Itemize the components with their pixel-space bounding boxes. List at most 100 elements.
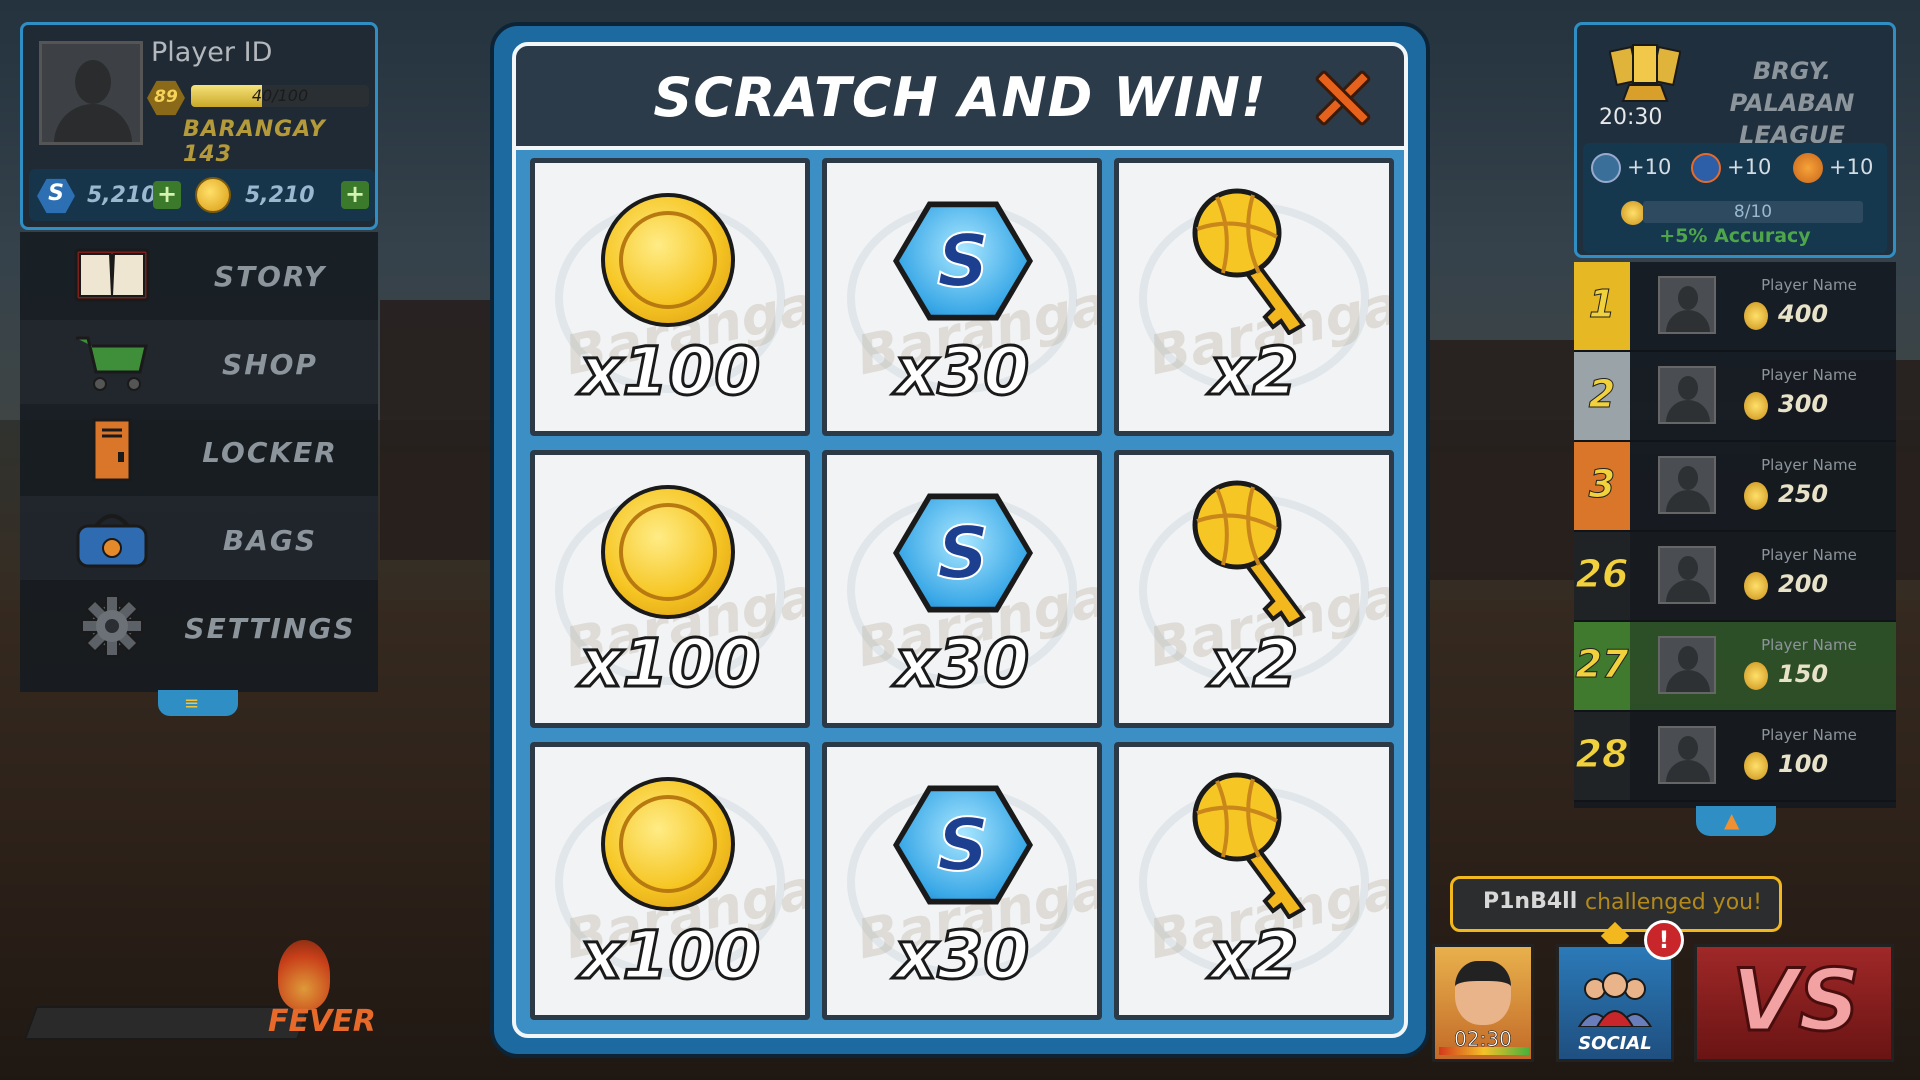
gem-letter: S	[936, 802, 990, 888]
leaderboard-score: 150	[1778, 660, 1829, 688]
menu-item-locker[interactable]: LOCKER	[20, 408, 378, 492]
profile-panel: Player ID 89 40/100 BARANGAY 143 S 5,210…	[20, 22, 378, 230]
locker-icon	[92, 418, 132, 482]
reward-quantity: x2	[1208, 332, 1300, 412]
coin-currency-icon	[195, 177, 231, 213]
leaderboard-row[interactable]: 27 Player Name 150	[1574, 622, 1896, 712]
scratch-tile[interactable]: Barangay Sx30	[822, 742, 1102, 1020]
menu-item-story[interactable]: STORY	[20, 232, 378, 316]
scratch-tile[interactable]: Barangay Sx30	[822, 158, 1102, 436]
scratch-tile[interactable]: Barangay x100	[530, 158, 810, 436]
scratch-tile[interactable]: Barangay x2	[1114, 742, 1394, 1020]
people-icon	[1577, 972, 1653, 1027]
fever-label: FEVER	[268, 1004, 376, 1039]
scratch-tile[interactable]: Barangay x2	[1114, 450, 1394, 728]
golden-key-icon	[1192, 188, 1306, 335]
add-coins-button[interactable]: +	[341, 181, 369, 209]
leaderboard-rank: 2	[1588, 372, 1616, 417]
avatar	[1658, 726, 1716, 784]
leaderboard-score: 400	[1778, 300, 1829, 328]
character-button[interactable]: 02:30	[1432, 944, 1534, 1062]
leaderboard-row[interactable]: 1 Player Name 400	[1574, 262, 1896, 352]
gem-face: S	[899, 791, 1027, 899]
reward-quantity: x30	[893, 916, 1030, 996]
avatar	[1658, 636, 1716, 694]
close-icon[interactable]	[1312, 68, 1372, 128]
modal-content: SCRATCH AND WIN! Barangay x100 Barangay Sx3…	[512, 42, 1408, 1038]
avatar-silhouette-body	[54, 104, 132, 142]
bag-icon	[76, 514, 148, 568]
menu-label-story: STORY	[213, 260, 327, 293]
reward-quantity: x100	[578, 624, 761, 704]
level-number: 89	[154, 87, 178, 107]
currency-row: S 5,210 + 5,210 +	[29, 169, 375, 221]
medal-icon	[1744, 752, 1768, 780]
basketball-coin-icon	[601, 193, 735, 327]
avatar	[1658, 276, 1716, 334]
leaderboard-collapse-handle[interactable]: ▲	[1696, 806, 1776, 836]
gem-face: S	[899, 499, 1027, 607]
league-panel[interactable]: 20:30 BRGY. PALABAN LEAGUE +10 +10 +10 8…	[1574, 22, 1896, 258]
character-energy-bar	[1439, 1047, 1529, 1055]
side-menu: STORY SHOP LOCKER BAGS SETTINGS	[20, 232, 378, 692]
scratch-tile[interactable]: Barangay x100	[530, 742, 810, 1020]
leaderboard-rank-badge: 1	[1574, 262, 1630, 350]
reward-quantity: x30	[893, 332, 1030, 412]
league-stats: +10 +10 +10 8/10 +5% Accuracy	[1583, 143, 1887, 253]
level-badge: 89	[147, 80, 185, 116]
trophy-cards-icon	[1609, 44, 1681, 102]
leaderboard-score: 200	[1778, 570, 1829, 598]
golden-key-icon	[1192, 480, 1306, 627]
menu-collapse-handle[interactable]: ≡	[158, 690, 238, 716]
scratch-tile[interactable]: Barangay x100	[530, 450, 810, 728]
leaderboard-player-name: Player Name	[1761, 276, 1857, 294]
leaderboard-rank-badge: 2	[1574, 352, 1630, 440]
menu-item-bags[interactable]: BAGS	[20, 496, 378, 580]
versus-button[interactable]: VS	[1694, 944, 1894, 1062]
leaderboard-row[interactable]: 2 Player Name 300	[1574, 352, 1896, 442]
avatar	[1658, 456, 1716, 514]
leaderboard-row[interactable]: 28 Player Name 100	[1574, 712, 1896, 802]
basketball-fire-icon	[1793, 153, 1823, 183]
stat-shot-bonus: +10	[1829, 155, 1874, 179]
gem-currency-icon: S	[37, 178, 75, 214]
menu-item-shop[interactable]: SHOP	[20, 320, 378, 404]
leaderboard-rank-badge: 28	[1574, 712, 1630, 800]
accuracy-bonus-text: +5% Accuracy	[1659, 225, 1811, 247]
avatar[interactable]	[39, 41, 143, 145]
avatar-silhouette-head	[75, 60, 111, 104]
modal-header: SCRATCH AND WIN!	[516, 46, 1404, 150]
menu-item-settings[interactable]: SETTINGS	[20, 584, 378, 668]
league-timer: 20:30	[1599, 105, 1663, 130]
leaderboard-handle-icon: ▲	[1724, 808, 1740, 832]
accuracy-progress-text: 8/10	[1733, 202, 1773, 222]
leaderboard: 1 Player Name 400 2 Player Name 300 3 Player Na…	[1574, 262, 1896, 808]
league-name-line1: BRGY. PALABAN	[1729, 57, 1855, 117]
social-button[interactable]: SOCIAL	[1556, 944, 1674, 1062]
leaderboard-row[interactable]: 26 Player Name 200	[1574, 532, 1896, 622]
add-gems-button[interactable]: +	[153, 181, 181, 209]
stat-accuracy-bonus: +10	[1627, 155, 1672, 179]
leaderboard-rank-badge: 27	[1574, 622, 1630, 710]
accuracy-progress-bar: 8/10	[1643, 201, 1863, 223]
medal-icon	[1744, 572, 1768, 600]
scratch-tile[interactable]: Barangay Sx30	[822, 450, 1102, 728]
medal-icon	[1744, 302, 1768, 330]
scratch-tile[interactable]: Barangay x2	[1114, 158, 1394, 436]
medal-icon	[1744, 392, 1768, 420]
scratch-and-win-modal: SCRATCH AND WIN! Barangay x100 Barangay Sx3…	[490, 22, 1430, 1058]
leaderboard-player-name: Player Name	[1761, 546, 1857, 564]
notification-badge: !	[1644, 920, 1684, 960]
leaderboard-player-name: Player Name	[1761, 726, 1857, 744]
gem-balance: 5,210	[87, 183, 157, 208]
social-label: SOCIAL	[1578, 1033, 1652, 1054]
gear-icon	[81, 595, 143, 657]
gem-letter: S	[936, 218, 990, 304]
leaderboard-rank: 1	[1588, 282, 1616, 327]
reward-quantity: x2	[1208, 916, 1300, 996]
menu-label-locker: LOCKER	[202, 436, 338, 469]
leaderboard-rank-badge: 26	[1574, 532, 1630, 620]
leaderboard-rank: 26	[1575, 552, 1629, 597]
leaderboard-row[interactable]: 3 Player Name 250	[1574, 442, 1896, 532]
challenge-message: challenged you!	[1585, 890, 1762, 915]
